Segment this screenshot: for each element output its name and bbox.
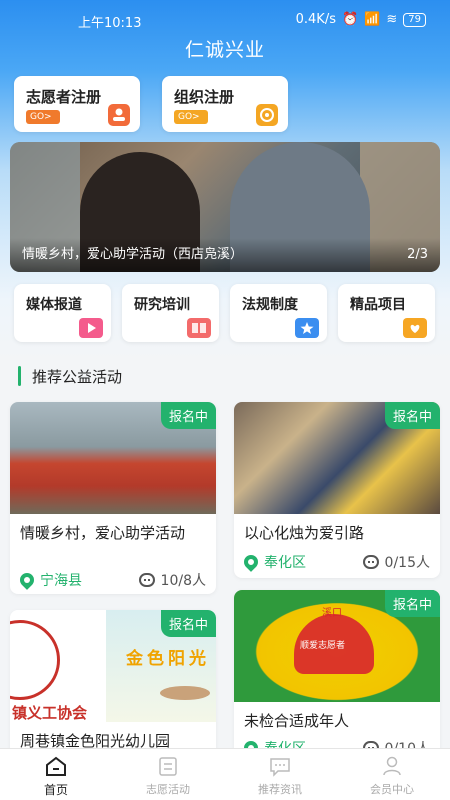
- home-icon: [44, 755, 68, 777]
- list-icon: [156, 755, 180, 777]
- alarm-icon: ⏰: [341, 12, 359, 27]
- activity-title: 以心化烛为爱引路: [244, 524, 365, 542]
- image-text: 镇义工协会: [12, 704, 88, 722]
- status-bar: 上午10:13 0.4K/s ⏰ 📶 ≋ 79: [0, 8, 450, 32]
- volunteer-register-button[interactable]: 志愿者注册 GO>: [14, 76, 140, 132]
- image-text: 溪口: [322, 608, 342, 619]
- tab-label: 志愿活动: [146, 783, 190, 796]
- activity-location: 宁海县: [17, 570, 82, 590]
- hands-image: [160, 686, 210, 700]
- message-icon: [268, 755, 292, 777]
- status-badge: 报名中: [160, 402, 216, 429]
- network-speed: 0.4K/s: [295, 12, 336, 27]
- bottom-tab-bar: 首页 志愿活动 推荐资讯 会员中心: [0, 748, 450, 800]
- association-logo: [10, 620, 60, 700]
- image-text: 顺爱志愿者: [300, 641, 346, 651]
- activity-card[interactable]: 溪口 顺爱志愿者 报名中 未检合适成年人 奉化区 0/10人: [234, 590, 440, 760]
- activity-title: 未检合适成年人: [244, 712, 350, 730]
- signal-icon: 📶: [364, 12, 381, 27]
- category-media-reports[interactable]: 媒体报道: [14, 284, 111, 342]
- organization-icon: [256, 104, 278, 126]
- play-icon: [79, 318, 103, 338]
- banner-pager: 2/3: [407, 247, 428, 262]
- category-research-training[interactable]: 研究培训: [122, 284, 219, 342]
- category-label: 法规制度: [242, 297, 298, 313]
- tab-volunteer-activities[interactable]: 志愿活动: [112, 749, 224, 800]
- activity-count: 10/8人: [138, 570, 206, 590]
- tab-home[interactable]: 首页: [0, 749, 112, 800]
- category-label: 媒体报道: [26, 297, 82, 313]
- location-pin-icon: [241, 552, 261, 572]
- activity-card[interactable]: 报名中 情暖乡村，爱心助学活动 宁海县 10/8人: [10, 402, 216, 594]
- wifi-icon: ≋: [386, 12, 398, 27]
- status-badge: 报名中: [160, 610, 216, 637]
- location-pin-icon: [17, 570, 37, 590]
- location-text: 宁海县: [40, 573, 82, 589]
- chat-icon: [138, 573, 155, 587]
- banner-caption: 情暖乡村，爱心助学活动（西店凫溪）: [22, 247, 244, 262]
- volunteer-id-icon: [108, 104, 130, 126]
- heart-folder-icon: [403, 318, 427, 338]
- book-icon: [187, 318, 211, 338]
- category-featured-projects[interactable]: 精品项目: [338, 284, 435, 342]
- status-badge: 报名中: [384, 590, 440, 617]
- section-title: 推荐公益活动: [18, 366, 122, 386]
- tab-label: 会员中心: [370, 783, 414, 796]
- category-label: 精品项目: [350, 297, 406, 313]
- category-label: 研究培训: [134, 297, 190, 313]
- status-badge: 报名中: [384, 402, 440, 429]
- image-text: 金色阳光: [126, 649, 210, 669]
- organization-register-label: 组织注册: [174, 88, 235, 106]
- banner-carousel[interactable]: 情暖乡村，爱心助学活动（西店凫溪） 2/3: [10, 142, 440, 272]
- tab-recommended-news[interactable]: 推荐资讯: [224, 749, 336, 800]
- activity-card[interactable]: 金色阳光 镇义工协会 报名中 周巷镇金色阳光幼儿园: [10, 610, 216, 760]
- go-badge: GO>: [26, 110, 60, 124]
- chat-icon: [362, 555, 379, 569]
- activity-card[interactable]: 报名中 以心化烛为爱引路 奉化区 0/15人: [234, 402, 440, 578]
- count-text: 10/8人: [160, 573, 206, 589]
- battery-icon: 79: [403, 12, 426, 27]
- activity-count: 0/15人: [362, 552, 430, 572]
- activity-title: 情暖乡村，爱心助学活动: [20, 524, 186, 542]
- tab-label: 首页: [43, 783, 68, 797]
- tab-member-center[interactable]: 会员中心: [336, 749, 448, 800]
- user-icon: [380, 755, 404, 777]
- go-badge: GO>: [174, 110, 208, 124]
- status-time: 上午10:13: [78, 16, 142, 31]
- status-icons: 0.4K/s ⏰ 📶 ≋ 79: [296, 12, 426, 27]
- star-doc-icon: [295, 318, 319, 338]
- tab-label: 推荐资讯: [258, 783, 302, 796]
- organization-register-button[interactable]: 组织注册 GO>: [162, 76, 288, 132]
- page-title: 仁诚兴业: [184, 39, 265, 61]
- volunteer-register-label: 志愿者注册: [26, 88, 102, 106]
- count-text: 0/15人: [384, 555, 430, 571]
- category-regulations[interactable]: 法规制度: [230, 284, 327, 342]
- activity-location: 奉化区: [241, 552, 306, 572]
- location-text: 奉化区: [264, 555, 306, 571]
